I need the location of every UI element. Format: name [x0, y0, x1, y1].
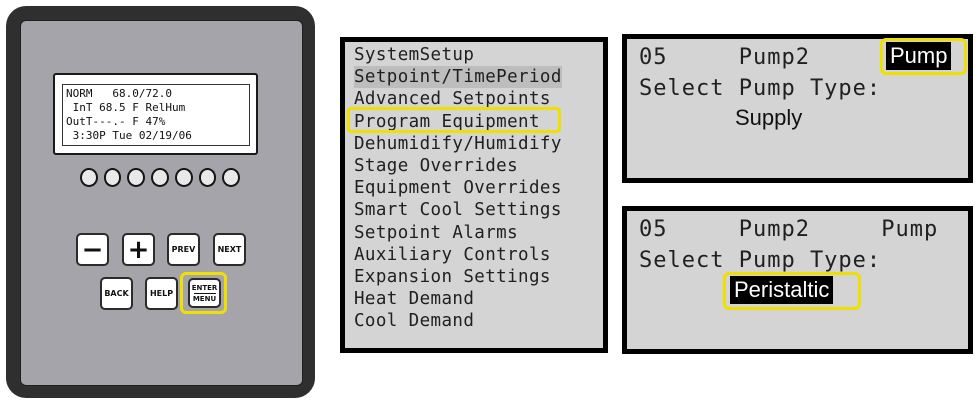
pump-header: 05 Pump2 Pump: [639, 217, 938, 242]
program-equipment-highlight: [347, 107, 561, 133]
pump-number: 05: [639, 45, 668, 70]
back-button[interactable]: BACK: [100, 277, 133, 310]
menu-item-stage-overrides[interactable]: Stage Overrides: [354, 155, 562, 177]
lcd-line-4: 3:30P Tue 02/19/06: [66, 129, 192, 142]
menu-item-cool-demand[interactable]: Cool Demand: [354, 310, 562, 332]
menu-item-setpoint-alarms[interactable]: Setpoint Alarms: [354, 222, 562, 244]
menu-item-auxiliary-controls[interactable]: Auxiliary Controls: [354, 244, 562, 266]
pump-field-label: Pump: [881, 217, 939, 242]
status-led: [103, 168, 122, 187]
pump-name: Pump2: [738, 45, 810, 70]
menu-item-smart-cool-settings[interactable]: Smart Cool Settings: [354, 199, 562, 221]
pump-header: 05 Pump2: [639, 45, 810, 70]
next-button[interactable]: NEXT: [213, 233, 246, 266]
lcd-line-1: NORM 68.0/72.0: [66, 87, 172, 100]
menu-item-heat-demand[interactable]: Heat Demand: [354, 288, 562, 310]
status-led: [174, 168, 193, 187]
status-led: [151, 168, 169, 187]
status-led-row: [80, 168, 241, 188]
main-menu-list: SystemSetup Setpoint/TimePeriod Advanced…: [354, 44, 562, 333]
menu-item-equipment-overrides[interactable]: Equipment Overrides: [354, 177, 562, 199]
menu-item-expansion-settings[interactable]: Expansion Settings: [354, 266, 562, 288]
status-led: [127, 168, 146, 187]
lcd-line-3: OutT---.- F 47%: [66, 115, 166, 128]
pump-number: 05: [639, 217, 668, 242]
minus-button[interactable]: −: [76, 233, 109, 266]
help-button[interactable]: HELP: [145, 277, 178, 310]
controller-device: [6, 6, 315, 398]
main-menu-screen: SystemSetup Setpoint/TimePeriod Advanced…: [340, 37, 608, 353]
enter-button-highlight: [180, 272, 227, 314]
pump-type-value[interactable]: Supply: [735, 105, 802, 131]
pump-name: Pump2: [738, 217, 810, 242]
pump-type-selected[interactable]: Peristaltic: [730, 276, 834, 304]
prev-button[interactable]: PREV: [167, 233, 200, 266]
pump-prompt: Select Pump Type:: [639, 248, 882, 273]
status-led: [222, 168, 241, 187]
status-led: [80, 168, 98, 187]
plus-button[interactable]: +: [122, 233, 155, 266]
controller-lcd-text: NORM 68.0/72.0 InT 68.5 F RelHum OutT---.…: [62, 84, 250, 146]
pump-field-selected[interactable]: Pump: [886, 42, 952, 70]
menu-item-dehumidify-humidify[interactable]: Dehumidify/Humidify: [354, 133, 562, 155]
lcd-line-2: InT 68.5 F RelHum: [66, 101, 186, 114]
menu-item-setpoint-timeperiod[interactable]: Setpoint/TimePeriod: [354, 66, 562, 89]
menu-item-system-setup[interactable]: SystemSetup: [354, 44, 562, 66]
pump-prompt: Select Pump Type:: [639, 76, 882, 101]
pump-type-value: Peristaltic: [730, 276, 834, 304]
controller-lcd: NORM 68.0/72.0 InT 68.5 F RelHum OutT---.…: [53, 73, 258, 155]
status-led: [198, 168, 217, 187]
pump-field-label: Pump: [886, 42, 952, 70]
